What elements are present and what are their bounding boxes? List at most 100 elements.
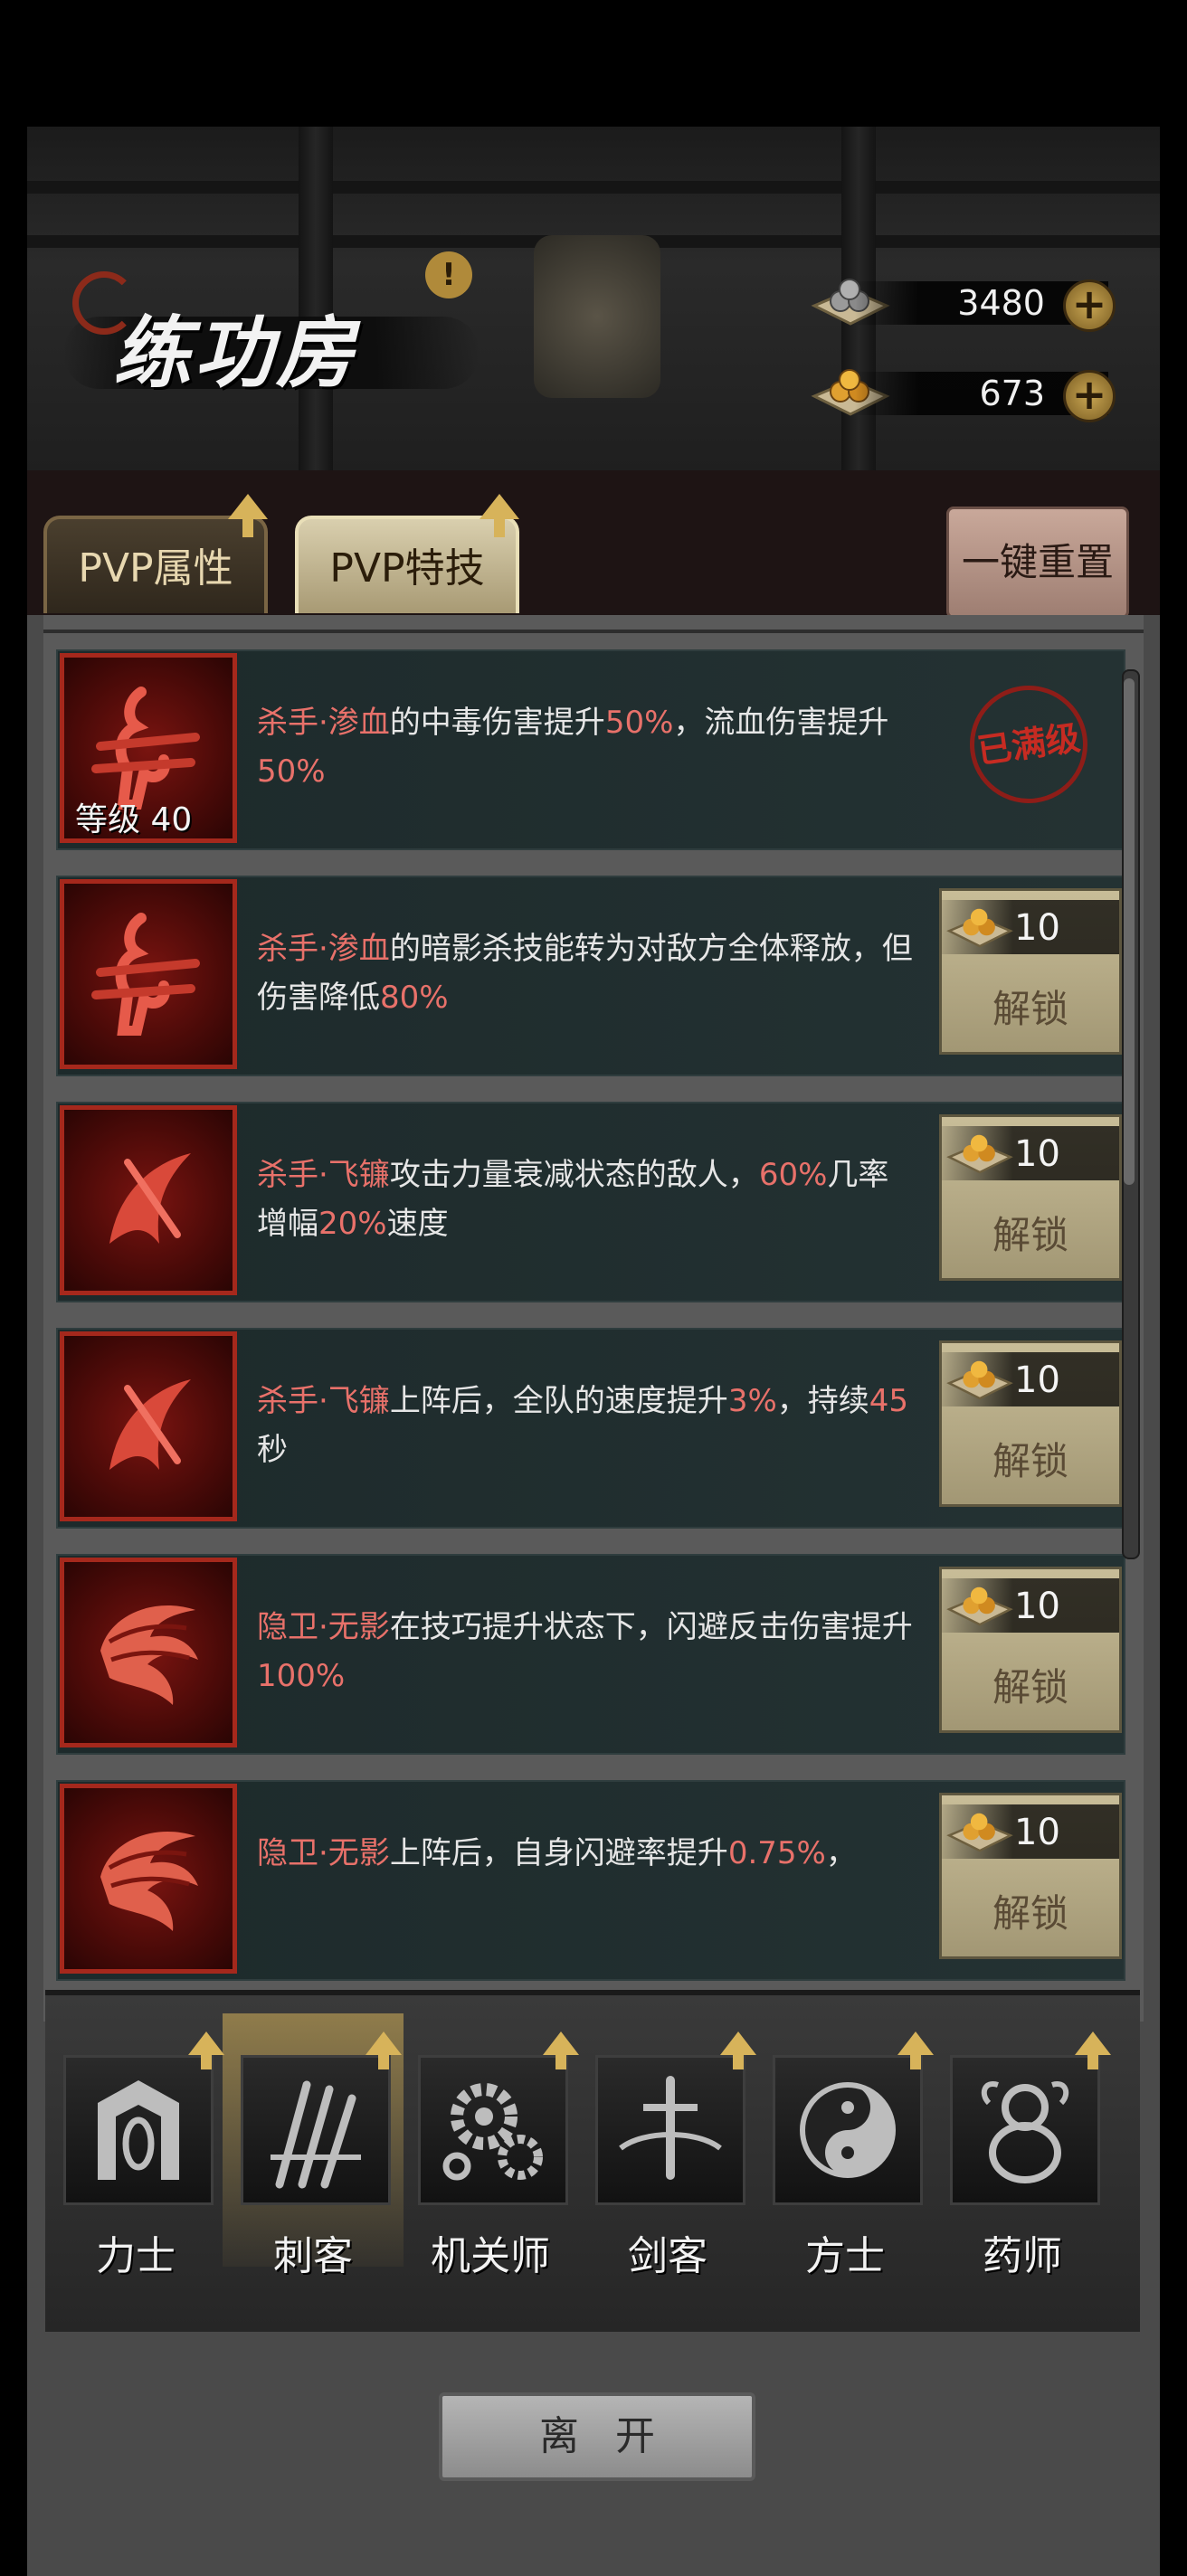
unlock-label: 解锁	[992, 987, 1068, 1031]
scrollbar-thumb[interactable]	[1124, 678, 1135, 1185]
currency-gold: 673 +	[801, 365, 1144, 422]
unlock-button[interactable]: 10 解锁	[939, 1114, 1122, 1281]
class-label: 机关师	[431, 2233, 550, 2279]
page-title: 练功房	[63, 271, 480, 407]
desc-value: 80%	[380, 980, 449, 1016]
game-frame: 练功房 ! 3480 + 673 + PVP属性 PVP特技 一键重置 等级 4…	[27, 127, 1160, 2576]
add-gold-button[interactable]: +	[1063, 370, 1116, 422]
sickle-icon	[109, 1153, 191, 1244]
class-label: 剑客	[628, 2233, 707, 2279]
unlock-label: 解锁	[992, 1891, 1068, 1936]
unlock-cost: 10	[1014, 1359, 1060, 1401]
class-tab-jianke[interactable]: 剑客	[595, 2031, 756, 2279]
skill-card: 杀手·飞镰攻击力量衰减状态的敌人，60%几率增幅20%速度 10 解锁	[56, 1102, 1125, 1302]
tab-pvp-attributes[interactable]: PVP属性	[43, 494, 268, 613]
skill-portrait	[60, 1105, 237, 1295]
unlock-cost: 10	[1014, 907, 1060, 949]
gold-amount: 673	[979, 374, 1045, 413]
unlock-cost: 10	[1014, 1133, 1060, 1175]
class-icon-frame	[418, 2055, 568, 2205]
class-tab-yaoshi[interactable]: 药师	[950, 2031, 1111, 2279]
upgrade-arrow-icon	[188, 2031, 224, 2069]
class-label: 药师	[983, 2233, 1062, 2279]
skill-portrait: 等级 40	[60, 653, 237, 843]
class-label: 方士	[805, 2233, 885, 2279]
class-icon-frame	[773, 2055, 923, 2205]
skill-level: 等级 40	[75, 801, 193, 838]
skill-description: 杀手·飞镰攻击力量衰减状态的敌人，60%几率增幅20%速度	[257, 1151, 917, 1248]
class-icon-frame	[241, 2055, 391, 2205]
unlock-label: 解锁	[992, 1439, 1068, 1483]
skill-name: 杀手·飞镰	[257, 1383, 390, 1419]
bird-icon	[100, 1605, 198, 1705]
desc-text: 秒	[257, 1432, 288, 1468]
desc-value: 50%	[604, 705, 674, 741]
upgrade-arrow-icon	[543, 2031, 579, 2069]
skill-description: 杀手·渗血的暗影杀技能转为对敌方全体释放，但伤害降低80%	[257, 924, 917, 1022]
upgrade-arrow-icon	[366, 2031, 402, 2069]
desc-value: 50%	[257, 753, 326, 790]
class-tab-fangshi[interactable]: 方士	[773, 2031, 934, 2279]
info-icon[interactable]: !	[425, 251, 472, 298]
skill-list[interactable]: 等级 40 杀手·渗血的中毒伤害提升50%，流血伤害提升50% 已满级 杀手·渗…	[43, 615, 1144, 2022]
gold-ore-icon	[946, 1813, 1013, 1852]
currency-silver: 3480 +	[801, 274, 1144, 332]
unlock-button[interactable]: 10 解锁	[939, 1567, 1122, 1733]
class-label: 力士	[96, 2233, 176, 2279]
gold-ore-icon	[946, 1134, 1013, 1174]
skill-card: 隐卫·无影在技巧提升状态下，闪避反击伤害提升 100% 10 解锁	[56, 1554, 1125, 1755]
gold-ore-icon	[946, 1586, 1013, 1626]
class-icon-frame	[950, 2055, 1100, 2205]
gold-ore-icon	[946, 908, 1013, 948]
desc-value: 100%	[257, 1658, 346, 1694]
skill-portrait	[60, 1784, 237, 1974]
bird-icon	[100, 1832, 198, 1931]
header-banner: 练功房 ! 3480 + 673 +	[27, 127, 1160, 470]
page-title-text: 练功房	[113, 308, 357, 399]
claw-icon	[271, 2080, 361, 2189]
desc-value: 45	[869, 1383, 909, 1419]
tab-bar: PVP属性 PVP特技 一键重置	[27, 470, 1160, 619]
skill-name: 杀手·飞镰	[257, 1157, 390, 1193]
desc-text: 攻击力量衰减状态的敌人，	[389, 1157, 759, 1193]
unlock-button[interactable]: 10 解锁	[939, 1793, 1122, 1959]
desc-text: 上阵后，自身闪避率提升	[389, 1835, 728, 1871]
skill-portrait	[60, 879, 237, 1069]
sword-icon	[619, 2076, 722, 2180]
tab-label: PVP特技	[329, 545, 485, 592]
unlock-label: 解锁	[992, 1665, 1068, 1709]
skill-card: 隐卫·无影上阵后，自身闪避率提升0.75%， 10 解锁	[56, 1780, 1125, 1981]
sickle-icon	[109, 1379, 191, 1470]
leave-button[interactable]: 离开	[439, 2392, 755, 2481]
class-icon-frame	[595, 2055, 745, 2205]
unlock-button[interactable]: 10 解锁	[939, 888, 1122, 1055]
class-selector: 力士 刺客 机关师 剑客 方士 药师	[45, 1990, 1140, 2332]
upgrade-arrow-icon	[480, 494, 519, 537]
desc-text: ，流血伤害提升	[673, 705, 889, 741]
add-silver-button[interactable]: +	[1063, 279, 1116, 332]
skill-portrait	[60, 1331, 237, 1521]
roof-beam	[27, 181, 1160, 194]
class-tab-lishi[interactable]: 力士	[63, 2031, 224, 2279]
reset-all-button[interactable]: 一键重置	[946, 507, 1129, 619]
upgrade-arrow-icon	[897, 2031, 934, 2069]
class-tab-cike[interactable]: 刺客	[223, 2013, 404, 2279]
desc-text: ，	[825, 1835, 857, 1871]
desc-value: 60%	[758, 1157, 828, 1193]
tab-pvp-skills[interactable]: PVP特技	[295, 494, 519, 613]
skill-name: 隐卫·无影	[257, 1835, 390, 1871]
desc-text: ，持续	[776, 1383, 869, 1419]
skill-description: 隐卫·无影上阵后，自身闪避率提升0.75%，	[257, 1829, 917, 1878]
stone-tablet	[534, 235, 660, 398]
unlock-button[interactable]: 10 解锁	[939, 1340, 1122, 1507]
skill-name: 杀手·渗血	[257, 931, 390, 967]
skill-description: 杀手·飞镰上阵后，全队的速度提升3%，持续45 秒	[257, 1377, 917, 1474]
class-tab-jiguanshi[interactable]: 机关师	[418, 2031, 579, 2279]
desc-value: 0.75%	[727, 1835, 826, 1871]
unlock-cost: 10	[1014, 1586, 1060, 1627]
desc-text: 的中毒伤害提升	[389, 705, 605, 741]
desc-text: 在技巧提升状态下，闪避反击伤害提升	[389, 1609, 913, 1645]
yin-yang-icon	[800, 2082, 896, 2178]
unlock-label: 解锁	[992, 1213, 1068, 1257]
skill-description: 杀手·渗血的中毒伤害提升50%，流血伤害提升50%	[257, 698, 917, 796]
